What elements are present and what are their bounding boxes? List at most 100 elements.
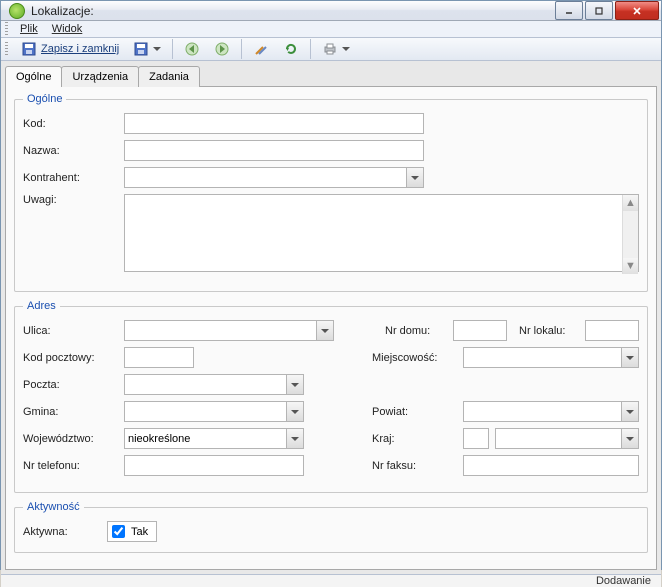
close-button[interactable] [615,1,659,20]
refresh-button[interactable] [278,38,304,60]
uwagi-textarea[interactable] [124,194,639,272]
scrollbar[interactable]: ▲ ▼ [622,195,638,274]
window-buttons [553,1,659,20]
refresh-icon [283,41,299,57]
group-aktywnosc-legend: Aktywność [23,501,84,513]
app-icon [9,3,25,19]
kontrahent-combo[interactable] [124,167,424,188]
miejscowosc-combo[interactable] [463,347,639,368]
menu-plik[interactable]: Plik [14,21,44,37]
chevron-down-icon[interactable] [316,321,333,340]
chevron-down-icon[interactable] [621,402,638,421]
chevron-down-icon [342,41,350,57]
label-uwagi: Uwagi: [23,194,118,206]
window-title: Lokalizacje: [31,4,553,18]
toolbar-separator [172,39,173,59]
group-aktywnosc: Aktywność Aktywna: Tak [14,501,648,553]
titlebar: Lokalizacje: [1,1,661,21]
minimize-icon [564,6,574,16]
save-close-button[interactable]: Zapisz i zamknij [16,38,124,60]
toolbar-separator-3 [310,39,311,59]
tabstrip: Ogólne Urządzenia Zadania [5,66,657,87]
nr-telefonu-input[interactable] [124,455,304,476]
arrow-right-icon [214,41,230,57]
nazwa-input[interactable] [124,140,424,161]
forward-button[interactable] [209,38,235,60]
maximize-icon [594,6,604,16]
chevron-down-icon[interactable] [286,429,303,448]
tab-urzadzenia[interactable]: Urządzenia [61,66,139,87]
arrow-left-icon [184,41,200,57]
wojewodztwo-input[interactable] [124,428,304,449]
chevron-down-icon[interactable] [286,375,303,394]
label-miejscowosc: Miejscowość: [372,352,457,364]
content: Ogólne Urządzenia Zadania Ogólne Kod: Na… [1,61,661,574]
label-poczta: Poczta: [23,379,118,391]
label-kraj: Kraj: [372,433,457,445]
window: Lokalizacje: Plik Widok Zapisz i zamknij [0,0,662,570]
label-kod-pocztowy: Kod pocztowy: [23,352,118,364]
save-icon [21,41,37,57]
group-adres: Adres Ulica: Nr domu: Nr lokalu: Kod poc… [14,300,648,493]
group-ogolne-legend: Ogólne [23,93,66,105]
gmina-input[interactable] [124,401,304,422]
poczta-combo[interactable] [124,374,304,395]
tab-zadania[interactable]: Zadania [138,66,200,87]
toolbar-grip [5,42,8,56]
powiat-combo[interactable] [463,401,639,422]
label-nr-lokalu: Nr lokalu: [519,325,579,337]
status-text: Dodawanie [596,575,651,587]
save-button[interactable] [128,38,166,60]
nr-domu-input[interactable] [453,320,507,341]
menubar: Plik Widok [1,21,661,38]
tab-ogolne[interactable]: Ogólne [5,66,62,87]
scroll-down-icon[interactable]: ▼ [623,258,638,274]
label-gmina: Gmina: [23,406,118,418]
close-icon [632,6,642,16]
aktywna-checkbox[interactable]: Tak [107,521,157,542]
label-aktywna: Aktywna: [23,526,101,538]
label-kontrahent: Kontrahent: [23,172,118,184]
chevron-down-icon[interactable] [621,348,638,367]
label-kod: Kod: [23,118,118,130]
disk-icon [133,41,149,57]
scroll-up-icon[interactable]: ▲ [623,195,638,211]
kraj-combo[interactable] [495,428,639,449]
label-nr-faksu: Nr faksu: [372,460,457,472]
nr-lokalu-input[interactable] [585,320,639,341]
minimize-button[interactable] [555,1,583,20]
back-button[interactable] [179,38,205,60]
tools-button[interactable] [248,38,274,60]
aktywna-text: Tak [131,526,148,538]
group-ogolne: Ogólne Kod: Nazwa: Kontrahent: [14,93,648,292]
wojewodztwo-combo[interactable] [124,428,304,449]
label-nr-telefonu: Nr telefonu: [23,460,118,472]
kontrahent-input[interactable] [124,167,424,188]
toolbar-separator-2 [241,39,242,59]
poczta-input[interactable] [124,374,304,395]
powiat-input[interactable] [463,401,639,422]
kod-pocztowy-input[interactable] [124,347,194,368]
ulica-combo[interactable] [124,320,334,341]
tabpanel-ogolne: Ogólne Kod: Nazwa: Kontrahent: [5,86,657,570]
print-button[interactable] [317,38,355,60]
menu-widok[interactable]: Widok [46,21,89,37]
maximize-button[interactable] [585,1,613,20]
toolbar: Zapisz i zamknij [1,38,661,61]
miejscowosc-input[interactable] [463,347,639,368]
kraj-code-input[interactable] [463,428,489,449]
label-wojewodztwo: Województwo: [23,433,118,445]
kod-input[interactable] [124,113,424,134]
kraj-input[interactable] [495,428,639,449]
statusbar: Dodawanie [1,574,661,587]
chevron-down-icon[interactable] [621,429,638,448]
group-adres-legend: Adres [23,300,60,312]
nr-faksu-input[interactable] [463,455,639,476]
tools-icon [253,41,269,57]
gmina-combo[interactable] [124,401,304,422]
chevron-down-icon[interactable] [406,168,423,187]
ulica-input[interactable] [124,320,334,341]
aktywna-input[interactable] [112,525,125,538]
chevron-down-icon[interactable] [286,402,303,421]
printer-icon [322,41,338,57]
